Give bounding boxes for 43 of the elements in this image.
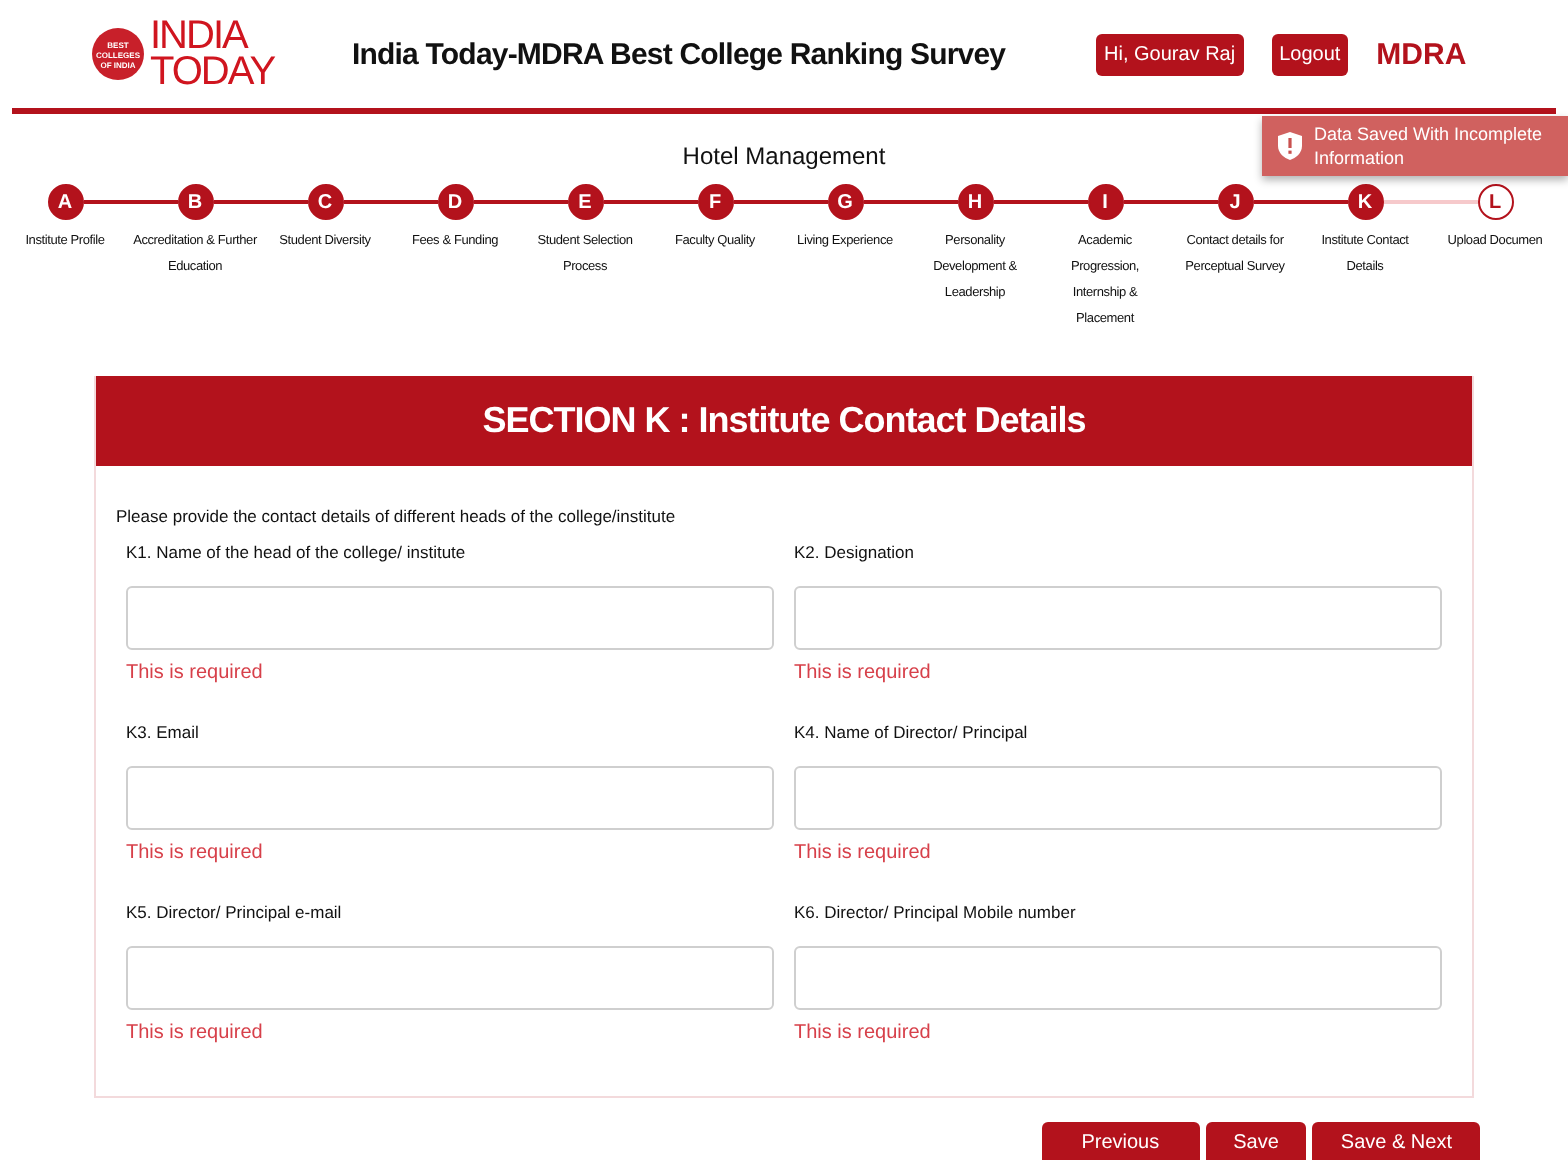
field-label: K5. Director/ Principal e-mail xyxy=(126,902,344,926)
toast-message: Data Saved With Incomplete Information xyxy=(1314,122,1545,170)
field-label: K2. Designation xyxy=(794,542,917,566)
field-label: K3. Email xyxy=(126,722,201,746)
error-message: This is required xyxy=(126,662,265,684)
stream-title: Hotel Management xyxy=(682,142,886,170)
input-field[interactable] xyxy=(794,946,1442,1010)
input-field[interactable] xyxy=(794,586,1442,650)
error-message: This is required xyxy=(126,842,265,864)
logo-wordmark: INDIA TODAY xyxy=(150,18,275,90)
nav-button[interactable]: Save & Next xyxy=(1312,1122,1480,1160)
error-message: This is required xyxy=(794,842,933,864)
step-marker[interactable]: B xyxy=(177,184,213,220)
partner-logo: MDRA xyxy=(1376,37,1467,71)
input-field[interactable] xyxy=(126,586,774,650)
field-label: K1. Name of the head of the college/ institute xyxy=(126,542,468,566)
input-field[interactable] xyxy=(126,766,774,830)
input-field[interactable] xyxy=(794,766,1442,830)
step-marker[interactable]: E xyxy=(567,184,603,220)
nav-button[interactable]: Save xyxy=(1205,1122,1307,1160)
user-button[interactable]: Hi, Gourav Raj xyxy=(1096,33,1244,75)
step-marker[interactable]: C xyxy=(307,184,343,220)
error-message: This is required xyxy=(794,662,933,684)
section-title: SECTION K : Institute Contact Details xyxy=(96,376,1472,466)
input-field[interactable] xyxy=(126,946,774,1010)
step-marker[interactable]: D xyxy=(437,184,473,220)
section-intro: Please provide the contact details of different heads of the college/institute xyxy=(116,506,678,526)
step-marker[interactable]: I xyxy=(1087,184,1123,220)
step-marker[interactable]: G xyxy=(827,184,863,220)
error-message: This is required xyxy=(794,1022,933,1044)
error-message: This is required xyxy=(126,1022,265,1044)
shield-icon xyxy=(1278,132,1302,160)
field-label: K6. Director/ Principal Mobile number xyxy=(794,902,1078,926)
step-marker[interactable]: H xyxy=(957,184,993,220)
step-marker[interactable]: L xyxy=(1477,184,1513,220)
survey-title: India Today-MDRA Best College Ranking Survey xyxy=(352,37,1008,71)
logout-button[interactable]: Logout xyxy=(1271,33,1349,75)
nav-button[interactable]: Previous xyxy=(1041,1122,1200,1160)
step-marker[interactable]: J xyxy=(1217,184,1253,220)
step-marker[interactable]: A xyxy=(47,184,83,220)
field-label: K4. Name of Director/ Principal xyxy=(794,722,1030,746)
step-marker[interactable]: K xyxy=(1347,184,1383,220)
step-marker[interactable]: F xyxy=(697,184,733,220)
